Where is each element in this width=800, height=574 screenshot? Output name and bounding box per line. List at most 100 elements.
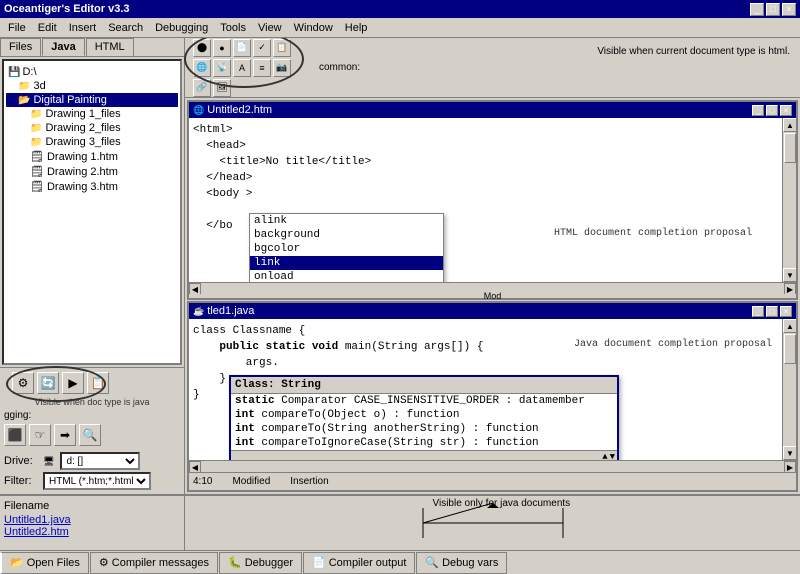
java-completion-header: Class: String (231, 377, 617, 394)
compiler-output-label: Compiler output (329, 557, 407, 569)
filename-link-java[interactable]: Untitled1.java (4, 514, 180, 526)
html-btn-8[interactable]: A (233, 59, 251, 77)
filter-select[interactable]: HTML (*.htm;*.html (43, 472, 151, 490)
java-item-4[interactable]: int compareToIgnoreCase(String str) : fu… (231, 436, 617, 450)
java-hscroll-track[interactable] (201, 461, 784, 472)
tree-item-drive[interactable]: 💾D:\ (6, 65, 178, 79)
tab-compiler-messages[interactable]: ⚙ Compiler messages (90, 552, 218, 574)
java-btn-2[interactable]: 🔄 (37, 372, 59, 394)
drive-select[interactable]: d: [] (60, 452, 140, 470)
scroll-down-btn[interactable]: ▼ (783, 268, 796, 282)
java-scroll-up-btn[interactable]: ▲ (783, 319, 796, 333)
editor-bottom-min[interactable]: _ (752, 306, 764, 317)
tree-item-drawing3htm[interactable]: 🗒Drawing 3.htm (6, 179, 178, 194)
scroll-track[interactable] (783, 132, 796, 268)
java-scroll-down[interactable]: ▼ (610, 452, 615, 460)
java-scroll-up[interactable]: ▲ (602, 452, 607, 460)
completion-item-background[interactable]: background (250, 228, 443, 242)
tab-debug-vars[interactable]: 🔍 Debug vars (416, 552, 507, 574)
menu-tools[interactable]: Tools (214, 20, 252, 36)
completion-item-onload[interactable]: onload (250, 270, 443, 282)
completion-item-alink[interactable]: alink (250, 214, 443, 228)
debug-vars-icon: 🔍 (425, 556, 439, 569)
menu-search[interactable]: Search (102, 20, 149, 36)
html-btn-11[interactable]: 🔗 (193, 79, 211, 97)
debug-btn-4[interactable]: 🔍 (79, 424, 101, 446)
tree-item-digital-painting[interactable]: 📂Digital Painting (6, 93, 178, 107)
java-item-2[interactable]: int compareTo(Object o) : function (231, 408, 617, 422)
editor-bottom-title-text: ☕ tled1.java (193, 305, 254, 317)
editor-top-vscroll[interactable]: ▲ ▼ (782, 118, 796, 282)
html-completion-popup[interactable]: alink background bgcolor link onload ▼ (249, 213, 444, 282)
java-item-1[interactable]: static Comparator CASE_INSENSITIVE_ORDER… (231, 394, 617, 408)
modified-status: Modified (232, 476, 270, 487)
editors-container: ⬤ ● 📄 ✓ 📋 🌐 📡 A ≡ 📷 🔗 🖼 (185, 38, 800, 494)
filename-link-htm[interactable]: Untitled2.htm (4, 526, 180, 538)
completion-item-link[interactable]: link (250, 256, 443, 270)
html-btn-12[interactable]: 🖼 (213, 79, 231, 97)
html-btn-1[interactable]: ⬤ (193, 39, 211, 57)
java-scroll-track[interactable] (783, 333, 796, 446)
menu-insert[interactable]: Insert (63, 20, 103, 36)
html-btn-3[interactable]: 📄 (233, 39, 251, 57)
editor-bottom-vscroll[interactable]: ▲ ▼ (782, 319, 796, 460)
debug-btn-2[interactable]: ☞ (29, 424, 51, 446)
editor-top-content[interactable]: <html> <head> <title>No title</title> </… (189, 118, 782, 282)
scroll-thumb[interactable] (784, 133, 796, 163)
tab-files[interactable]: Files (0, 38, 41, 56)
tree-item-3d[interactable]: 📁3d (6, 79, 178, 93)
html-btn-2[interactable]: ● (213, 39, 231, 57)
code-line-4: </head> (193, 170, 778, 186)
tab-html[interactable]: HTML (86, 38, 134, 56)
editor-top-close[interactable]: × (780, 105, 792, 116)
html-btn-9[interactable]: ≡ (253, 59, 271, 77)
menu-help[interactable]: Help (339, 20, 374, 36)
java-completion-scroll[interactable]: ▲ ▼ (231, 450, 617, 460)
tree-item-drawing2htm[interactable]: 🗒Drawing 2.htm (6, 164, 178, 179)
java-btn-1[interactable]: ⚙ (12, 372, 34, 394)
menu-debugging[interactable]: Debugging (149, 20, 214, 36)
html-btn-4[interactable]: ✓ (253, 39, 271, 57)
java-btn-3[interactable]: ▶ (62, 372, 84, 394)
close-btn[interactable]: × (782, 3, 796, 16)
html-btn-6[interactable]: 🌐 (193, 59, 211, 77)
common-label: common: (319, 62, 360, 73)
editor-bottom-body: class Classname { public static void mai… (189, 319, 796, 460)
menu-view[interactable]: View (252, 20, 288, 36)
tree-item-drawing2files[interactable]: 📁Drawing 2_files (6, 121, 178, 135)
editor-top-max[interactable]: □ (766, 105, 778, 116)
debug-vars-label: Debug vars (442, 557, 498, 569)
tab-compiler-output[interactable]: 📄 Compiler output (303, 552, 415, 574)
html-btn-7[interactable]: 📡 (213, 59, 231, 77)
maximize-btn[interactable]: □ (766, 3, 780, 16)
menu-window[interactable]: Window (288, 20, 339, 36)
tab-open-files[interactable]: 📂 Open Files (0, 552, 89, 574)
tree-item-drawing1files[interactable]: 📁Drawing 1_files (6, 107, 178, 121)
editor-bottom-close[interactable]: × (780, 306, 792, 317)
completion-item-bgcolor[interactable]: bgcolor (250, 242, 443, 256)
editor-top-title-text: 🌐 Untitled2.htm (193, 104, 272, 116)
java-completion-popup[interactable]: Class: String static Comparator CASE_INS… (229, 375, 619, 460)
java-item-3[interactable]: int compareTo(String anotherString) : fu… (231, 422, 617, 436)
menu-edit[interactable]: Edit (32, 20, 63, 36)
menu-file[interactable]: File (2, 20, 32, 36)
java-scroll-down-btn[interactable]: ▼ (783, 446, 796, 460)
java-scroll-thumb[interactable] (784, 334, 796, 364)
minimize-btn[interactable]: _ (750, 3, 764, 16)
tree-item-drawing3files[interactable]: 📁Drawing 3_files (6, 135, 178, 149)
java-btn-4[interactable]: 📋 (87, 372, 109, 394)
editor-bottom-max[interactable]: □ (766, 306, 778, 317)
editor-top-min[interactable]: _ (752, 105, 764, 116)
file-tree[interactable]: 💾D:\ 📁3d 📂Digital Painting 📁Drawing 1_fi… (2, 59, 182, 365)
editor-bottom-content[interactable]: class Classname { public static void mai… (189, 319, 782, 460)
tree-item-drawing1htm[interactable]: 🗒Drawing 1.htm (6, 149, 178, 164)
debug-btn-1[interactable]: ⬛ (4, 424, 26, 446)
tab-debugger[interactable]: 🐛 Debugger (219, 552, 302, 574)
tab-java[interactable]: Java (42, 38, 84, 56)
html-btn-5[interactable]: 📋 (273, 39, 291, 57)
html-btn-10[interactable]: 📷 (273, 59, 291, 77)
debug-btn-3[interactable]: ➡ (54, 424, 76, 446)
editor-top-body: <html> <head> <title>No title</title> </… (189, 118, 796, 282)
html-toolbar-buttons: ⬤ ● 📄 ✓ 📋 🌐 📡 A ≡ 📷 🔗 🖼 (189, 38, 299, 101)
scroll-up-btn[interactable]: ▲ (783, 118, 796, 132)
